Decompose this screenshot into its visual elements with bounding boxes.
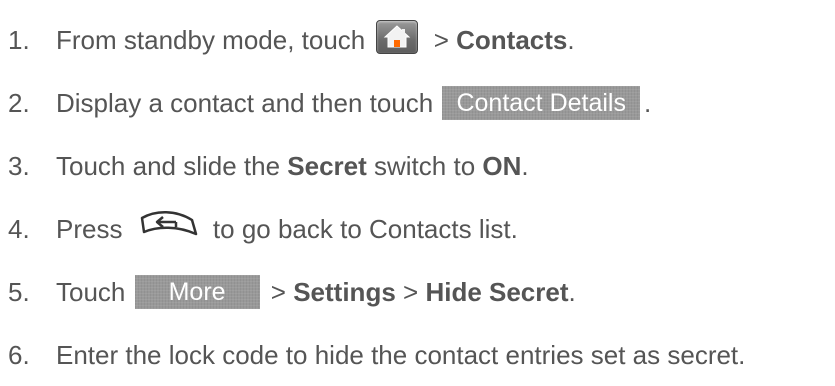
step-text-before: Touch: [56, 277, 133, 307]
step-text-before: Display a contact and then touch: [56, 88, 441, 118]
step-separator: >: [426, 25, 457, 55]
step-3: 3. Touch and slide the Secret switch to …: [8, 146, 529, 186]
step-number: 3.: [8, 151, 30, 181]
step-number: 6.: [8, 340, 30, 370]
step-1: 1. From standby mode, touch > Contacts .: [8, 20, 575, 60]
step-2: 2. Display a contact and then touch Cont…: [8, 83, 651, 123]
settings-label: Settings: [293, 277, 396, 307]
step-separator: >: [395, 277, 426, 307]
step-text: Press to go back to Contacts list.: [56, 208, 518, 250]
step-text-middle: switch to: [366, 151, 483, 181]
back-key-icon: [138, 208, 198, 240]
step-text-before: Touch and slide the: [56, 151, 288, 181]
step-number: 5.: [8, 277, 30, 307]
step-period: .: [521, 151, 529, 181]
more-button: More: [135, 275, 260, 309]
step-text-before: Press: [56, 214, 130, 244]
contact-details-button: Contact Details: [442, 86, 640, 120]
step-number: 1.: [8, 25, 30, 55]
instruction-list: 1. From standby mode, touch > Contacts .…: [0, 0, 835, 386]
home-key-icon: [376, 20, 419, 54]
step-text: Touch and slide the Secret switch to ON …: [56, 146, 529, 186]
step-text: From standby mode, touch > Contacts .: [56, 20, 575, 60]
contacts-label: Contacts: [456, 25, 568, 55]
on-label: ON: [482, 151, 522, 181]
step-text: Touch More > Settings > Hide Secret .: [56, 272, 576, 312]
step-text: Display a contact and then touch Contact…: [56, 83, 651, 123]
secret-label: Secret: [287, 151, 367, 181]
step-text: Enter the lock code to hide the contact …: [56, 340, 746, 370]
step-4: 4. Press to go back to Contacts list.: [8, 209, 518, 249]
step-number: 2.: [8, 88, 30, 118]
step-text-before: From standby mode, touch: [56, 25, 373, 55]
step-number: 4.: [8, 214, 30, 244]
step-period: .: [644, 88, 652, 118]
step-period: .: [567, 25, 575, 55]
step-separator: >: [263, 277, 294, 307]
step-6: 6. Enter the lock code to hide the conta…: [8, 335, 745, 375]
step-period: .: [568, 277, 576, 307]
hide-secret-label: Hide Secret: [425, 277, 569, 307]
step-text-after: to go back to Contacts list.: [205, 214, 518, 244]
step-5: 5. Touch More > Settings > Hide Secret .: [8, 272, 576, 312]
